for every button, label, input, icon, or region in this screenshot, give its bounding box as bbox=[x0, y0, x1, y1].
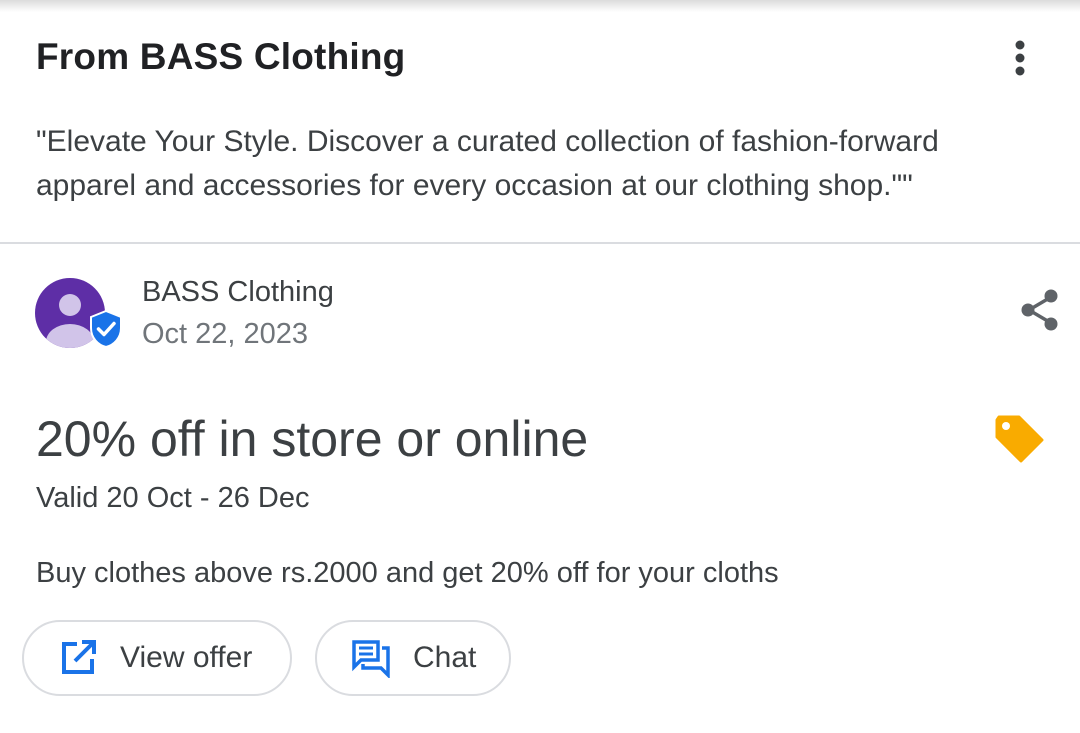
view-offer-label: View offer bbox=[120, 641, 253, 674]
post-date: Oct 22, 2023 bbox=[142, 318, 309, 350]
share-button[interactable] bbox=[1016, 286, 1064, 334]
post-author-name[interactable]: BASS Clothing bbox=[142, 276, 334, 309]
section-divider bbox=[0, 242, 1080, 244]
chat-icon bbox=[351, 638, 391, 678]
tag-icon bbox=[995, 415, 1044, 463]
avatar bbox=[35, 278, 122, 350]
view-offer-button[interactable]: View offer bbox=[22, 620, 292, 696]
top-edge-shadow bbox=[0, 0, 1080, 12]
offer-validity: Valid 20 Oct - 26 Dec bbox=[36, 482, 310, 514]
offer-title: 20% off in store or online bbox=[36, 411, 589, 467]
chat-label: Chat bbox=[413, 641, 477, 674]
chat-button[interactable]: Chat bbox=[315, 620, 511, 696]
open-in-new-icon bbox=[58, 638, 98, 678]
more-options-button[interactable] bbox=[998, 36, 1042, 80]
more-vert-icon bbox=[1015, 40, 1025, 76]
share-icon bbox=[1021, 289, 1058, 331]
business-description: "Elevate Your Style. Discover a curated … bbox=[36, 125, 939, 202]
header-title: From BASS Clothing bbox=[36, 36, 406, 77]
verified-badge-icon bbox=[90, 310, 122, 348]
offer-description: Buy clothes above rs.2000 and get 20% of… bbox=[36, 557, 779, 589]
